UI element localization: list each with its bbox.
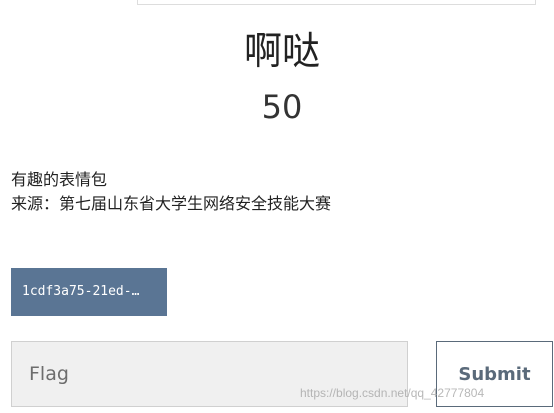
tab-strip [0,0,554,6]
description-line: 来源：第七届山东省大学生网络安全技能大赛 [11,194,332,213]
challenge-description: 有趣的表情包 来源：第七届山东省大学生网络安全技能大赛 [11,168,331,216]
description-line: 有趣的表情包 [11,170,108,189]
challenge-file-button[interactable]: 1cdf3a75-21ed-… [11,268,167,316]
challenge-title: 啊哒 [243,29,320,73]
submit-button[interactable]: Submit [436,341,553,407]
challenge-value: 50 [261,88,303,126]
tab-solves[interactable] [137,0,536,5]
tab-challenge[interactable] [0,0,137,6]
flag-input[interactable] [11,341,408,407]
challenge-modal: 啊哒 50 有趣的表情包 来源：第七届山东省大学生网络安全技能大赛 1cdf3a… [0,0,554,413]
